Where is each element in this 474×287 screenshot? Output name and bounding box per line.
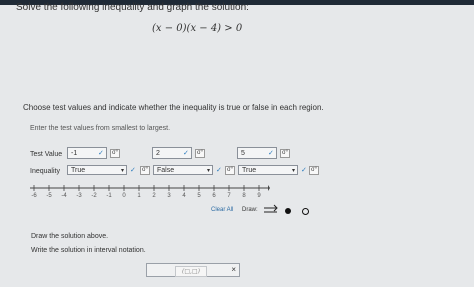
sigma-button[interactable]: σ° xyxy=(225,166,236,175)
check-icon: ✓ xyxy=(301,167,307,174)
tick-label: 8 xyxy=(242,193,246,199)
instruction-text: Choose test values and indicate whether … xyxy=(23,103,324,112)
check-icon: ✓ xyxy=(130,167,136,174)
clear-all-button[interactable]: Clear All xyxy=(211,207,233,213)
inequality-label: Inequality xyxy=(30,168,60,175)
select-value: False xyxy=(157,167,175,174)
interval-template[interactable]: (□,□) xyxy=(175,266,207,277)
tick-label: 1 xyxy=(137,193,141,199)
tick-label: -1 xyxy=(106,193,112,199)
tick-label: -3 xyxy=(76,193,82,199)
select-value: True xyxy=(242,167,257,174)
check-icon: ✓ xyxy=(268,150,274,157)
select-value: True xyxy=(71,167,86,174)
sigma-button[interactable]: σ° xyxy=(280,149,291,158)
check-icon: ✓ xyxy=(98,150,104,157)
number-line-axis[interactable] xyxy=(30,183,270,193)
inequality-select-2[interactable]: False ▾ xyxy=(153,165,213,175)
tick-label: 7 xyxy=(227,193,231,199)
draw-label: Draw: xyxy=(242,207,258,213)
tick-label: -4 xyxy=(61,193,67,199)
ray-arrow-icon[interactable] xyxy=(263,203,279,217)
write-instruction: Write the solution in interval notation. xyxy=(31,247,146,254)
tick-label: 9 xyxy=(257,193,261,199)
question-text: Solve the following inequality and graph… xyxy=(16,2,249,13)
chevron-down-icon: ▾ xyxy=(291,168,295,174)
check-icon: ✓ xyxy=(216,167,222,174)
test-value-label: Test Value xyxy=(30,151,63,158)
sigma-button[interactable]: σ° xyxy=(195,149,206,158)
chevron-down-icon: ▾ xyxy=(206,168,210,174)
tick-label: 5 xyxy=(197,193,201,199)
tick-label: -6 xyxy=(31,193,37,199)
draw-instruction: Draw the solution above. xyxy=(31,233,109,240)
tick-label: 3 xyxy=(167,193,171,199)
open-dot-icon[interactable] xyxy=(302,208,309,215)
tick-label: -5 xyxy=(46,193,52,199)
close-icon[interactable]: × xyxy=(231,265,236,274)
interval-answer-field[interactable]: (□,□) × xyxy=(146,263,240,277)
sigma-button[interactable]: σ° xyxy=(309,166,320,175)
chevron-down-icon: ▾ xyxy=(120,168,124,174)
tick-label: 0 xyxy=(122,193,126,199)
number-line[interactable]: -6 -5 -4 -3 -2 -1 0 1 2 3 4 5 6 7 8 9 xyxy=(30,183,270,207)
tick-label: 4 xyxy=(182,193,186,199)
hint-text: Enter the test values from smallest to l… xyxy=(30,125,171,132)
closed-dot-icon[interactable] xyxy=(285,208,291,214)
tick-label: -2 xyxy=(91,193,97,199)
tick-label: 6 xyxy=(212,193,216,199)
sigma-button[interactable]: σ° xyxy=(140,166,151,175)
inequality-select-3[interactable]: True ▾ xyxy=(238,165,298,175)
inequality-select-1[interactable]: True ▾ xyxy=(67,165,127,175)
inequality-expression: (x − 0)(x − 4) > 0 xyxy=(152,23,243,34)
tick-label: 2 xyxy=(152,193,156,199)
sigma-button[interactable]: σ° xyxy=(110,149,121,158)
check-icon: ✓ xyxy=(183,150,189,157)
